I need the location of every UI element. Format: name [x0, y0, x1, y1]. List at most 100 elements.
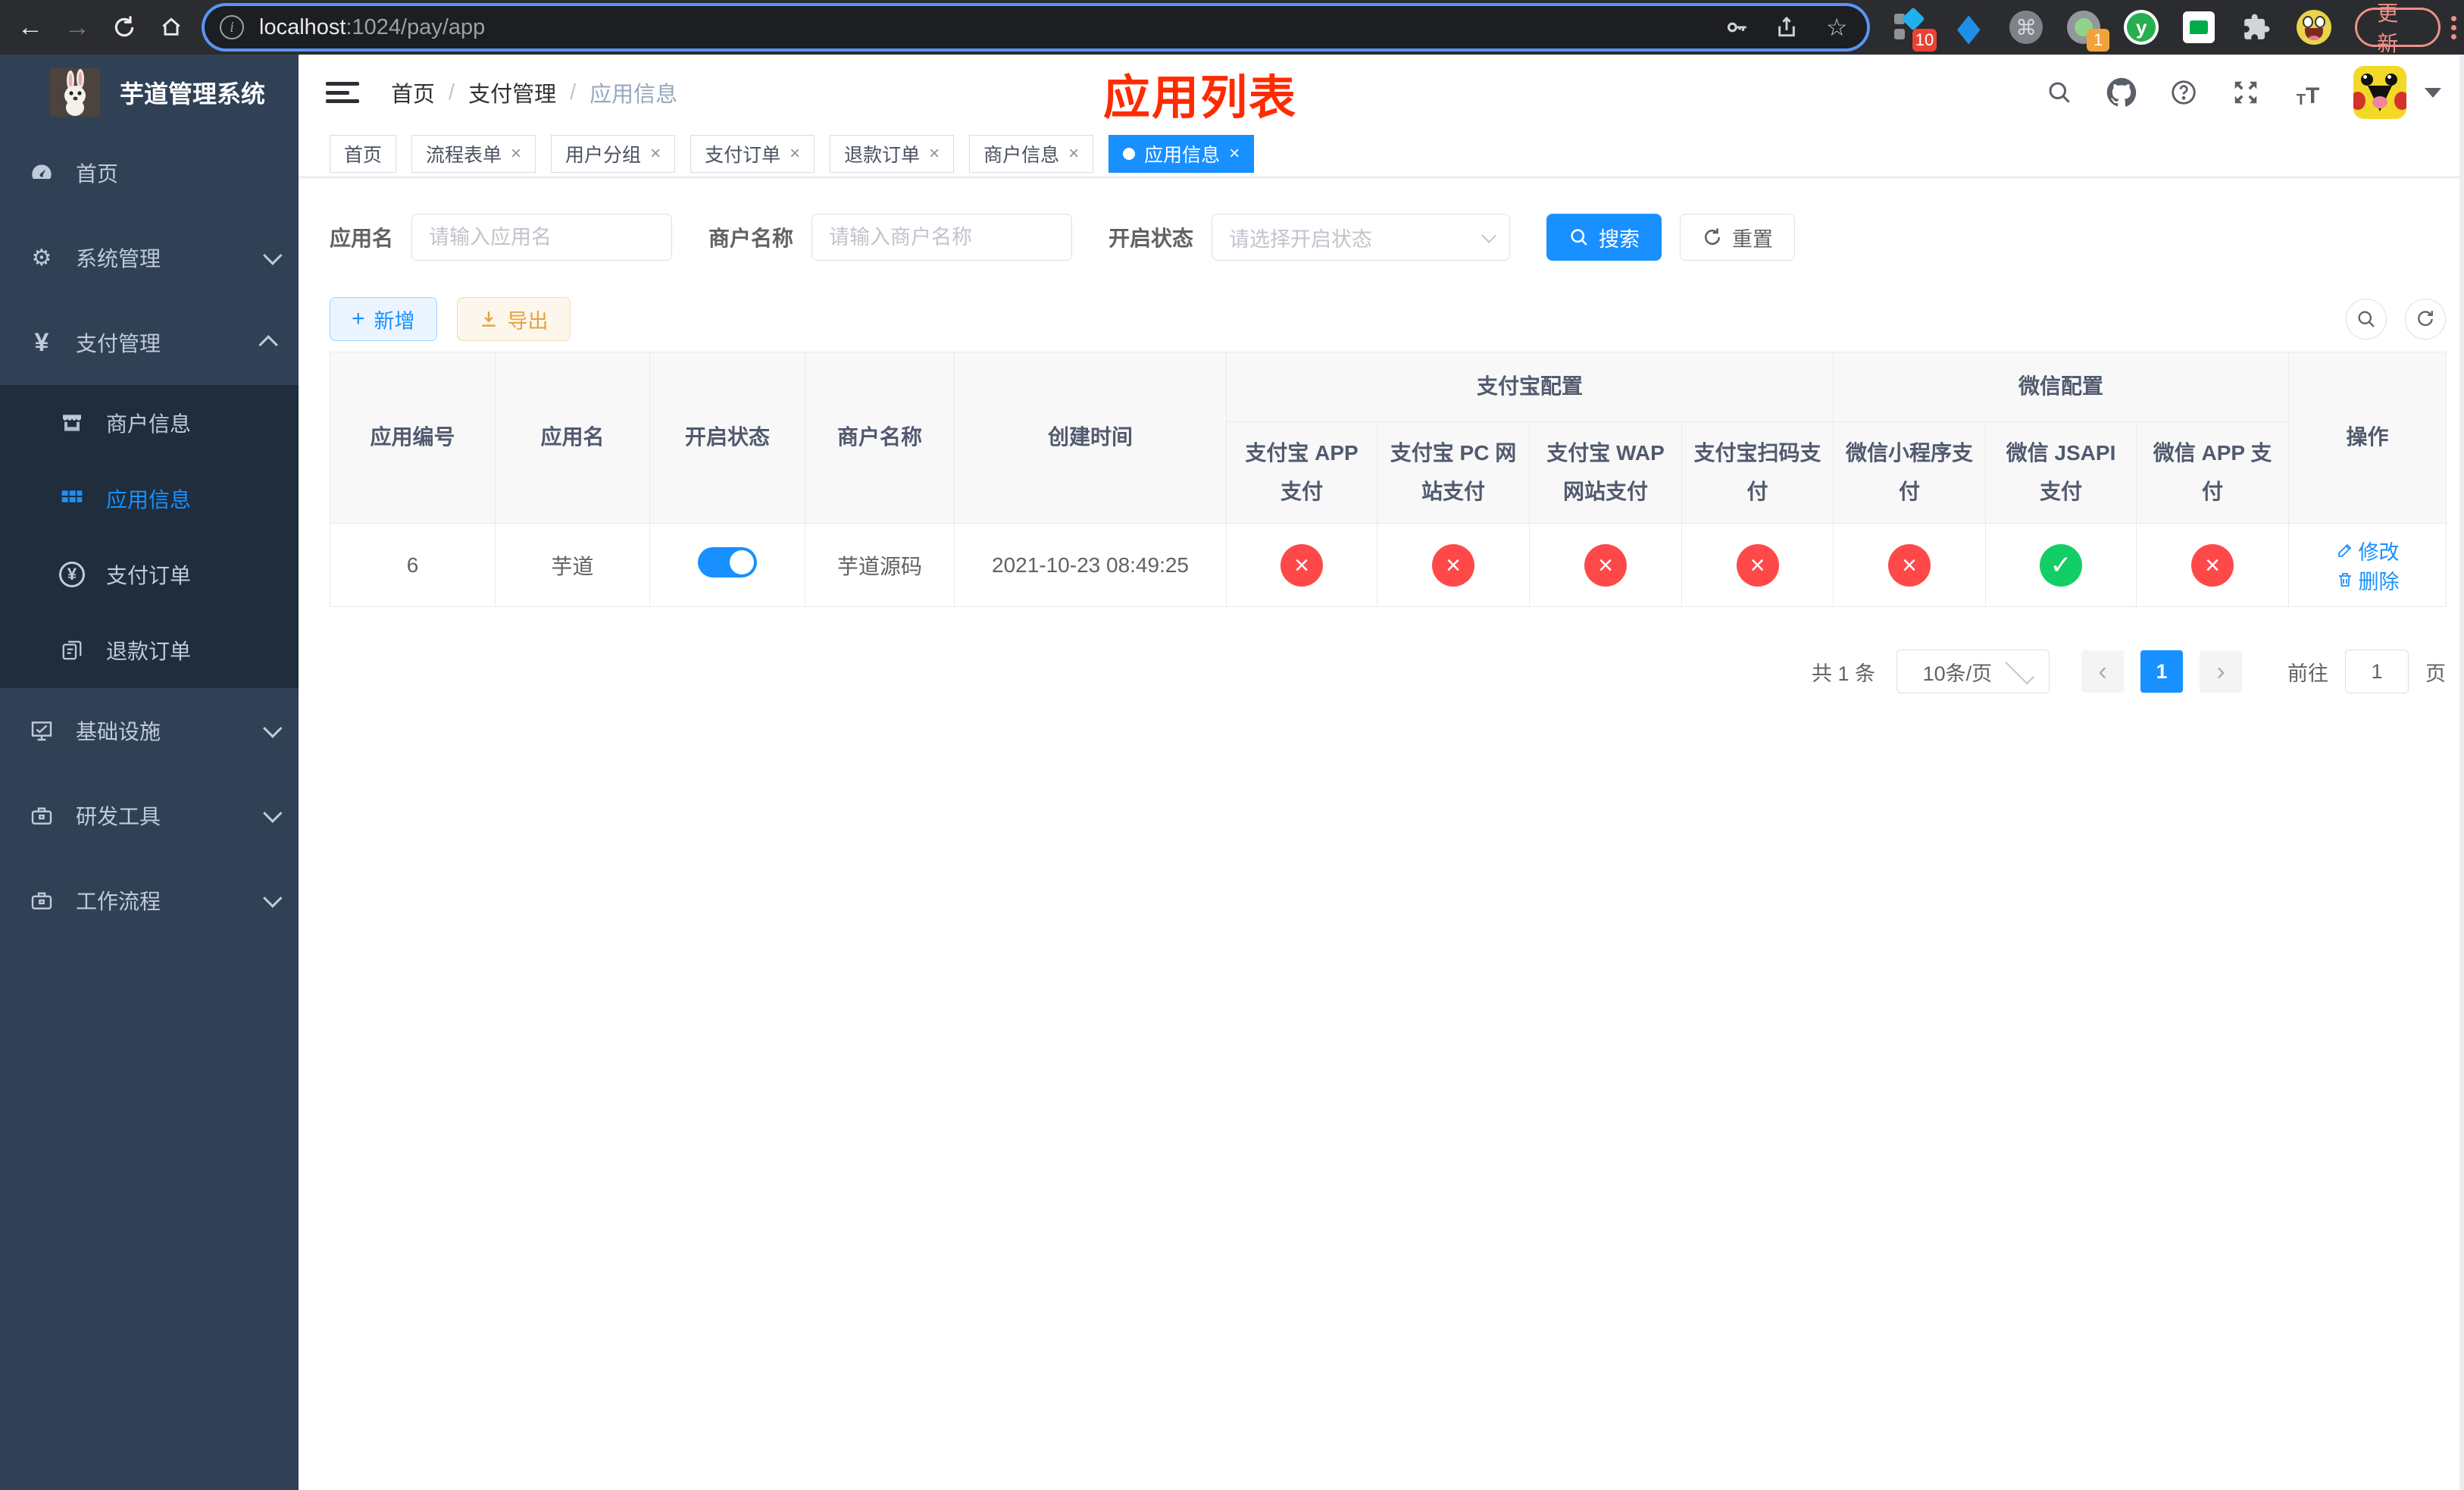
cell-merchant: 芋道源码 — [805, 523, 955, 607]
extensions-puzzle-icon[interactable] — [2238, 9, 2275, 45]
sidebar-item-workflow[interactable]: 工作流程 — [0, 858, 299, 943]
sidebar-item-infra[interactable]: 基础设施 — [0, 688, 299, 773]
site-info-icon[interactable]: i — [220, 15, 244, 39]
sidebar: 芋道管理系统 首页 ⚙ 系统管理 ¥ 支付管理 商户信息 应用信息 ¥ 支付订单… — [0, 55, 299, 1490]
chevron-down-icon — [263, 888, 283, 908]
col-wechat-mini: 微信小程序支付 — [1833, 421, 1987, 524]
delete-link[interactable]: 删除 — [2336, 565, 2400, 595]
page-1-button[interactable]: 1 — [2140, 650, 2183, 693]
sidebar-item-app-info[interactable]: 应用信息 — [0, 461, 299, 537]
extension-axure-icon[interactable]: 10 — [1893, 7, 1937, 52]
sidebar-item-system[interactable]: ⚙ 系统管理 — [0, 215, 299, 300]
user-avatar[interactable] — [2353, 66, 2406, 119]
chevron-down-icon — [2004, 655, 2035, 685]
toggle-search-button[interactable] — [2346, 299, 2387, 340]
app-logo-row[interactable]: 芋道管理系统 — [0, 55, 299, 130]
close-icon[interactable]: × — [511, 143, 521, 164]
sidebar-item-merchant-info[interactable]: 商户信息 — [0, 385, 299, 461]
sidebar-item-refund-orders[interactable]: 退款订单 — [0, 612, 299, 688]
sidebar-item-devtools[interactable]: 研发工具 — [0, 773, 299, 858]
goto-suffix: 页 — [2425, 662, 2446, 685]
briefcase-icon — [29, 887, 55, 913]
briefcase-icon — [29, 803, 55, 828]
tab-process-form[interactable]: 流程表单 × — [411, 134, 536, 173]
tab-user-group[interactable]: 用户分组 × — [551, 134, 676, 173]
app-name-input[interactable] — [411, 214, 673, 261]
breadcrumb-pay[interactable]: 支付管理 — [468, 77, 556, 108]
gear-icon: ⚙ — [31, 245, 52, 271]
app-name-label: 应用名 — [330, 227, 394, 250]
close-icon[interactable]: × — [1068, 143, 1079, 164]
github-icon[interactable] — [2105, 76, 2138, 109]
extension-kite-icon[interactable]: ◆ — [1950, 7, 1987, 49]
browser-home-icon[interactable] — [155, 11, 188, 44]
tab-pay-orders[interactable]: 支付订单 × — [690, 134, 815, 173]
address-bar[interactable]: i localhost:1024/pay/app ☆ — [205, 6, 1868, 49]
browser-update-button[interactable]: 更新 — [2355, 2, 2441, 55]
extension-y-icon[interactable]: y — [2123, 9, 2159, 45]
next-page-button[interactable]: › — [2200, 650, 2242, 693]
chevron-down-icon — [263, 803, 283, 823]
refresh-button[interactable] — [2405, 299, 2446, 340]
page-scrollbar[interactable] — [2459, 55, 2464, 1490]
yen-circle-icon: ¥ — [59, 562, 85, 587]
add-button[interactable]: + 新增 — [330, 297, 437, 341]
share-icon[interactable] — [1771, 12, 1802, 42]
profile-avatar-icon[interactable] — [2296, 9, 2332, 45]
export-button[interactable]: 导出 — [456, 297, 571, 341]
sidebar-collapse-icon[interactable] — [326, 77, 359, 108]
tab-refund-orders[interactable]: 退款订单 × — [830, 134, 955, 173]
close-icon[interactable]: × — [1229, 143, 1240, 164]
browser-menu-icon[interactable] — [2451, 15, 2456, 39]
sidebar-item-pay-orders[interactable]: ¥ 支付订单 — [0, 537, 299, 612]
col-wechat-jsapi: 微信 JSAPI 支付 — [1985, 421, 2137, 524]
goto-page-input[interactable] — [2345, 650, 2409, 693]
edit-link[interactable]: 修改 — [2336, 536, 2400, 565]
cell-app-name: 芋道 — [495, 523, 650, 607]
header-search-icon[interactable] — [2043, 76, 2076, 109]
trash-icon — [2338, 573, 2351, 587]
cell-alipay-app: × — [1226, 523, 1377, 607]
breadcrumb-home[interactable]: 首页 — [391, 77, 435, 108]
status-error-icon: × — [1736, 543, 1779, 587]
navbar: 首页 / 支付管理 / 应用信息 应用列表 T T — [299, 55, 2464, 130]
reset-button[interactable]: 重置 — [1680, 214, 1796, 261]
help-icon[interactable] — [2167, 76, 2200, 109]
sidebar-item-home[interactable]: 首页 — [0, 130, 299, 215]
status-toggle[interactable] — [698, 547, 757, 578]
cell-created: 2021-10-23 08:49:25 — [954, 523, 1227, 607]
status-select[interactable]: 请选择开启状态 — [1212, 214, 1511, 261]
browser-forward-icon[interactable]: → — [61, 11, 94, 44]
url-text[interactable]: localhost:1024/pay/app — [259, 15, 1702, 40]
avatar-caret-icon[interactable] — [2425, 87, 2441, 98]
prev-page-button[interactable]: ‹ — [2081, 650, 2124, 693]
tab-home[interactable]: 首页 — [330, 134, 397, 173]
fullscreen-icon[interactable] — [2229, 76, 2262, 109]
tab-merchant-info[interactable]: 商户信息 × — [969, 134, 1094, 173]
search-button[interactable]: 搜索 — [1546, 214, 1662, 261]
col-merchant: 商户名称 — [805, 352, 955, 524]
close-icon[interactable]: × — [929, 143, 940, 164]
extension-chat-icon[interactable] — [2181, 9, 2217, 45]
status-error-icon: × — [2191, 543, 2234, 587]
extension-recorder-icon[interactable]: 1 — [2065, 9, 2110, 52]
col-operations: 操作 — [2288, 352, 2447, 524]
extension-shortcuts-icon[interactable]: ⌘ — [2008, 9, 2044, 45]
monitor-check-icon — [29, 718, 55, 743]
chevron-down-icon — [1481, 227, 1497, 243]
page-size-select[interactable]: 10条/页 — [1896, 650, 2050, 693]
sidebar-item-pay[interactable]: ¥ 支付管理 — [0, 300, 299, 385]
close-icon[interactable]: × — [790, 143, 800, 164]
merchant-name-input[interactable] — [811, 214, 1073, 261]
edit-pen-icon — [2337, 543, 2351, 557]
browser-reload-icon[interactable] — [108, 11, 141, 44]
password-key-icon[interactable] — [1721, 12, 1752, 42]
download-icon — [481, 311, 496, 327]
browser-back-icon[interactable]: ← — [14, 11, 47, 44]
bookmark-star-icon[interactable]: ☆ — [1821, 12, 1852, 42]
status-label: 开启状态 — [1108, 227, 1194, 250]
cell-alipay-pc: × — [1377, 523, 1530, 607]
tab-app-info[interactable]: 应用信息 × — [1108, 134, 1255, 173]
font-size-icon[interactable]: TT — [2291, 76, 2325, 109]
close-icon[interactable]: × — [650, 143, 661, 164]
